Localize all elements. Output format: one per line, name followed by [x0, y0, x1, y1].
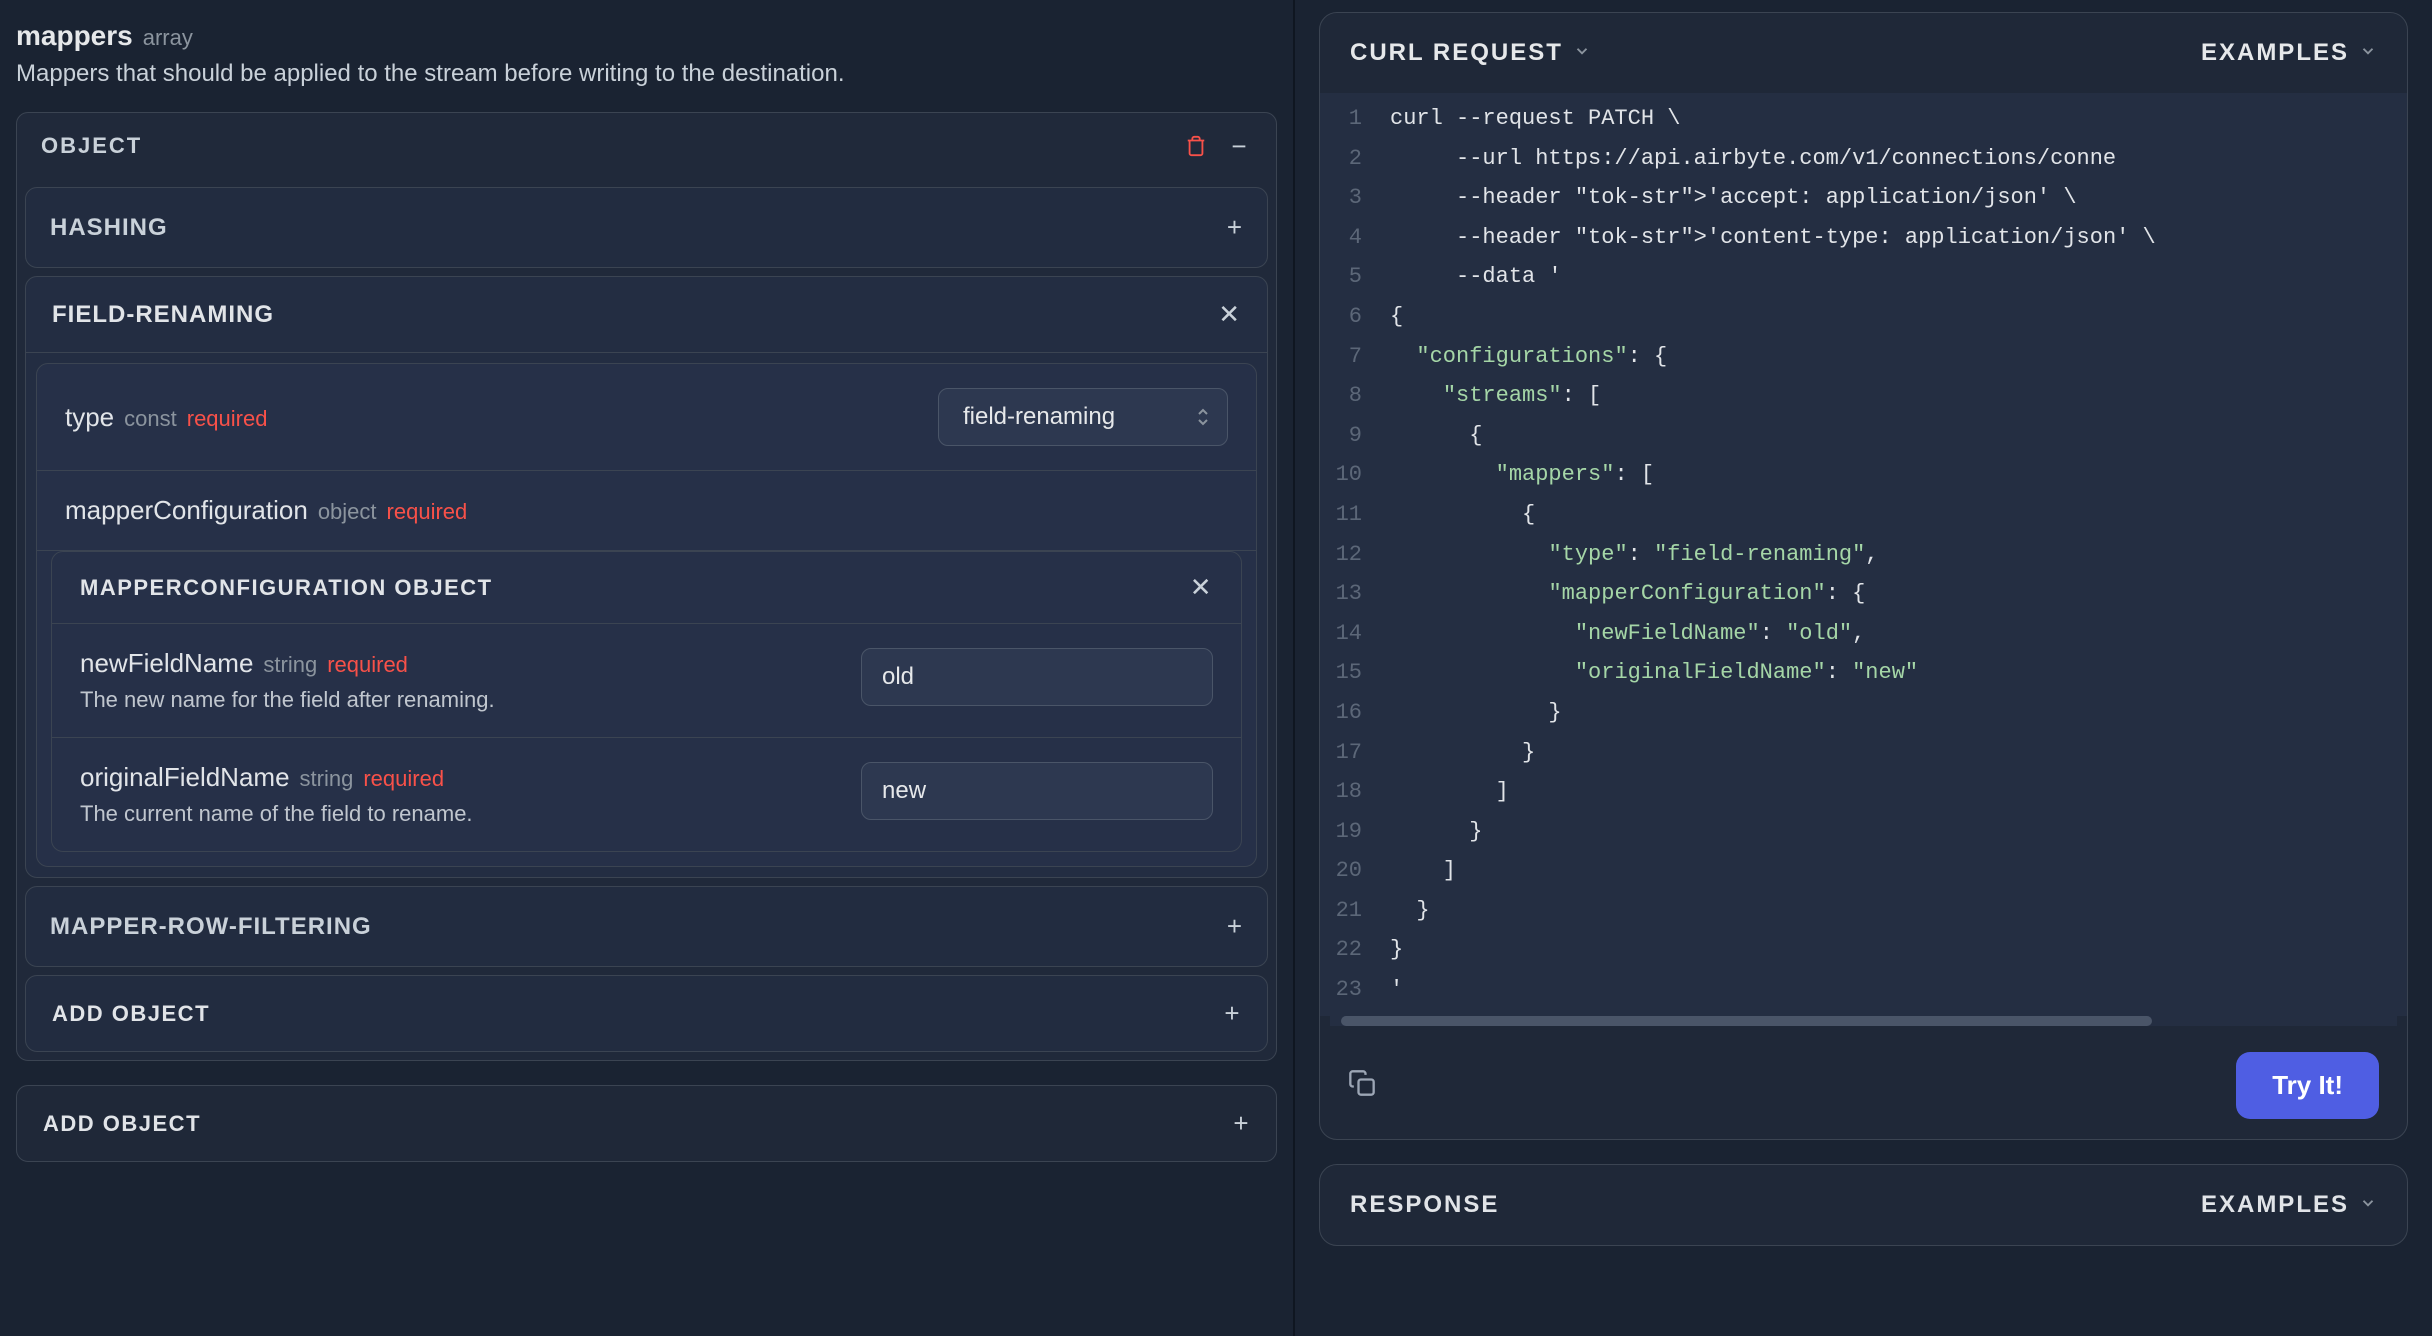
- copy-icon[interactable]: [1348, 1069, 1376, 1102]
- prop-type: string: [263, 652, 317, 678]
- required-label: required: [363, 766, 444, 792]
- code-line: 18 ]: [1320, 772, 2407, 812]
- mapper-object-card: OBJECT − HASHING + FIELD-RENAMING ✕ type: [16, 112, 1277, 1061]
- response-header: RESPONSE EXAMPLES: [1320, 1165, 2407, 1245]
- plus-icon: +: [1224, 998, 1241, 1029]
- section-label: MAPPER-ROW-FILTERING: [50, 913, 372, 941]
- chevron-updown-icon: [1195, 407, 1211, 427]
- code-line: 12 "type": "field-renaming",: [1320, 535, 2407, 575]
- chevron-down-icon: [2359, 1191, 2377, 1219]
- mapper-configuration-object: MAPPERCONFIGURATION OBJECT ✕ newFieldNam…: [51, 551, 1242, 852]
- code-line: 19 }: [1320, 812, 2407, 852]
- curl-title: CURL REQUEST: [1350, 39, 1563, 67]
- collapse-icon[interactable]: −: [1228, 134, 1252, 158]
- examples-dropdown[interactable]: EXAMPLES: [2201, 39, 2377, 67]
- trash-icon[interactable]: [1184, 134, 1208, 158]
- code-line: 6{: [1320, 297, 2407, 337]
- code-line: 16 }: [1320, 693, 2407, 733]
- code-line: 20 ]: [1320, 851, 2407, 891]
- object-header: OBJECT −: [17, 113, 1276, 179]
- add-object-label: ADD OBJECT: [52, 1001, 210, 1027]
- code-block[interactable]: 1curl --request PATCH \2 --url https://a…: [1320, 93, 2407, 1016]
- code-line: 13 "mapperConfiguration": {: [1320, 574, 2407, 614]
- mappers-header: mappers array: [16, 20, 1277, 52]
- plus-icon: +: [1227, 911, 1243, 942]
- object-header-actions: −: [1184, 134, 1252, 158]
- field-renaming-section: FIELD-RENAMING ✕ type const required fie…: [25, 276, 1268, 878]
- code-line: 15 "originalFieldName": "new": [1320, 653, 2407, 693]
- prop-name: originalFieldName: [80, 762, 290, 793]
- prop-name: newFieldName: [80, 648, 253, 679]
- chevron-down-icon: [1573, 39, 1591, 67]
- add-object-outer[interactable]: ADD OBJECT +: [16, 1085, 1277, 1162]
- code-line: 7 "configurations": {: [1320, 337, 2407, 377]
- code-line: 9 {: [1320, 416, 2407, 456]
- prop-description: The current name of the field to rename.: [80, 801, 473, 827]
- code-line: 1curl --request PATCH \: [1320, 99, 2407, 139]
- originalfieldname-row: originalFieldName string required The cu…: [52, 738, 1241, 851]
- code-line: 3 --header "tok-str">'accept: applicatio…: [1320, 178, 2407, 218]
- newfieldname-row: newFieldName string required The new nam…: [52, 624, 1241, 738]
- section-label: FIELD-RENAMING: [52, 301, 274, 329]
- section-label: HASHING: [50, 214, 168, 242]
- code-line: 8 "streams": [: [1320, 376, 2407, 416]
- code-footer: Try It!: [1320, 1032, 2407, 1139]
- chevron-down-icon: [2359, 39, 2377, 67]
- horizontal-scrollbar[interactable]: [1330, 1016, 2397, 1026]
- add-object-inner[interactable]: ADD OBJECT +: [25, 975, 1268, 1052]
- mapper-configuration-header: mapperConfiguration object required: [37, 471, 1256, 551]
- parameter-panel: mappers array Mappers that should be app…: [0, 0, 1295, 1336]
- code-line: 10 "mappers": [: [1320, 455, 2407, 495]
- code-line: 17 }: [1320, 733, 2407, 773]
- scrollbar-thumb[interactable]: [1341, 1016, 2152, 1026]
- prop-type: string: [300, 766, 354, 792]
- code-line: 23': [1320, 970, 2407, 1010]
- required-label: required: [327, 652, 408, 678]
- type-row: type const required field-renaming: [37, 364, 1256, 471]
- add-object-label: ADD OBJECT: [43, 1111, 201, 1137]
- mc-object-header[interactable]: MAPPERCONFIGURATION OBJECT ✕: [52, 552, 1241, 624]
- examples-label: EXAMPLES: [2201, 39, 2349, 67]
- field-renaming-header[interactable]: FIELD-RENAMING ✕: [26, 277, 1267, 353]
- code-line: 14 "newFieldName": "old",: [1320, 614, 2407, 654]
- code-panel: CURL REQUEST EXAMPLES 1curl --request PA…: [1295, 0, 2432, 1336]
- field-name: mappers: [16, 20, 133, 52]
- curl-request-dropdown[interactable]: CURL REQUEST: [1350, 39, 1591, 67]
- plus-icon: +: [1233, 1108, 1250, 1139]
- field-renaming-body: type const required field-renaming mappe…: [36, 363, 1257, 867]
- prop-type: const: [124, 406, 177, 432]
- field-type: array: [143, 25, 193, 51]
- prop-type: object: [318, 499, 377, 525]
- required-label: required: [387, 499, 468, 525]
- code-line: 5 --data ': [1320, 257, 2407, 297]
- curl-header: CURL REQUEST EXAMPLES: [1320, 13, 2407, 93]
- prop-name: type: [65, 402, 114, 433]
- examples-label: EXAMPLES: [2201, 1191, 2349, 1219]
- code-line: 22}: [1320, 930, 2407, 970]
- close-icon[interactable]: ✕: [1218, 299, 1241, 330]
- type-select[interactable]: field-renaming: [938, 388, 1228, 446]
- code-line: 11 {: [1320, 495, 2407, 535]
- hashing-section[interactable]: HASHING +: [25, 187, 1268, 268]
- prop-description: The new name for the field after renamin…: [80, 687, 495, 713]
- object-label: OBJECT: [41, 133, 142, 159]
- originalfieldname-input[interactable]: [861, 762, 1213, 820]
- prop-name: mapperConfiguration: [65, 495, 308, 526]
- newfieldname-input[interactable]: [861, 648, 1213, 706]
- code-line: 2 --url https://api.airbyte.com/v1/conne…: [1320, 139, 2407, 179]
- mc-object-label: MAPPERCONFIGURATION OBJECT: [80, 575, 493, 601]
- close-icon[interactable]: ✕: [1190, 572, 1213, 603]
- code-line: 21 }: [1320, 891, 2407, 931]
- field-description: Mappers that should be applied to the st…: [16, 60, 1277, 88]
- response-title: RESPONSE: [1350, 1191, 1499, 1219]
- try-it-button[interactable]: Try It!: [2236, 1052, 2379, 1119]
- required-label: required: [187, 406, 268, 432]
- response-card: RESPONSE EXAMPLES: [1319, 1164, 2408, 1246]
- curl-request-card: CURL REQUEST EXAMPLES 1curl --request PA…: [1319, 12, 2408, 1140]
- response-examples-dropdown[interactable]: EXAMPLES: [2201, 1191, 2377, 1219]
- plus-icon: +: [1227, 212, 1243, 243]
- code-line: 4 --header "tok-str">'content-type: appl…: [1320, 218, 2407, 258]
- mapper-row-filtering-section[interactable]: MAPPER-ROW-FILTERING +: [25, 886, 1268, 967]
- select-value: field-renaming: [963, 403, 1115, 431]
